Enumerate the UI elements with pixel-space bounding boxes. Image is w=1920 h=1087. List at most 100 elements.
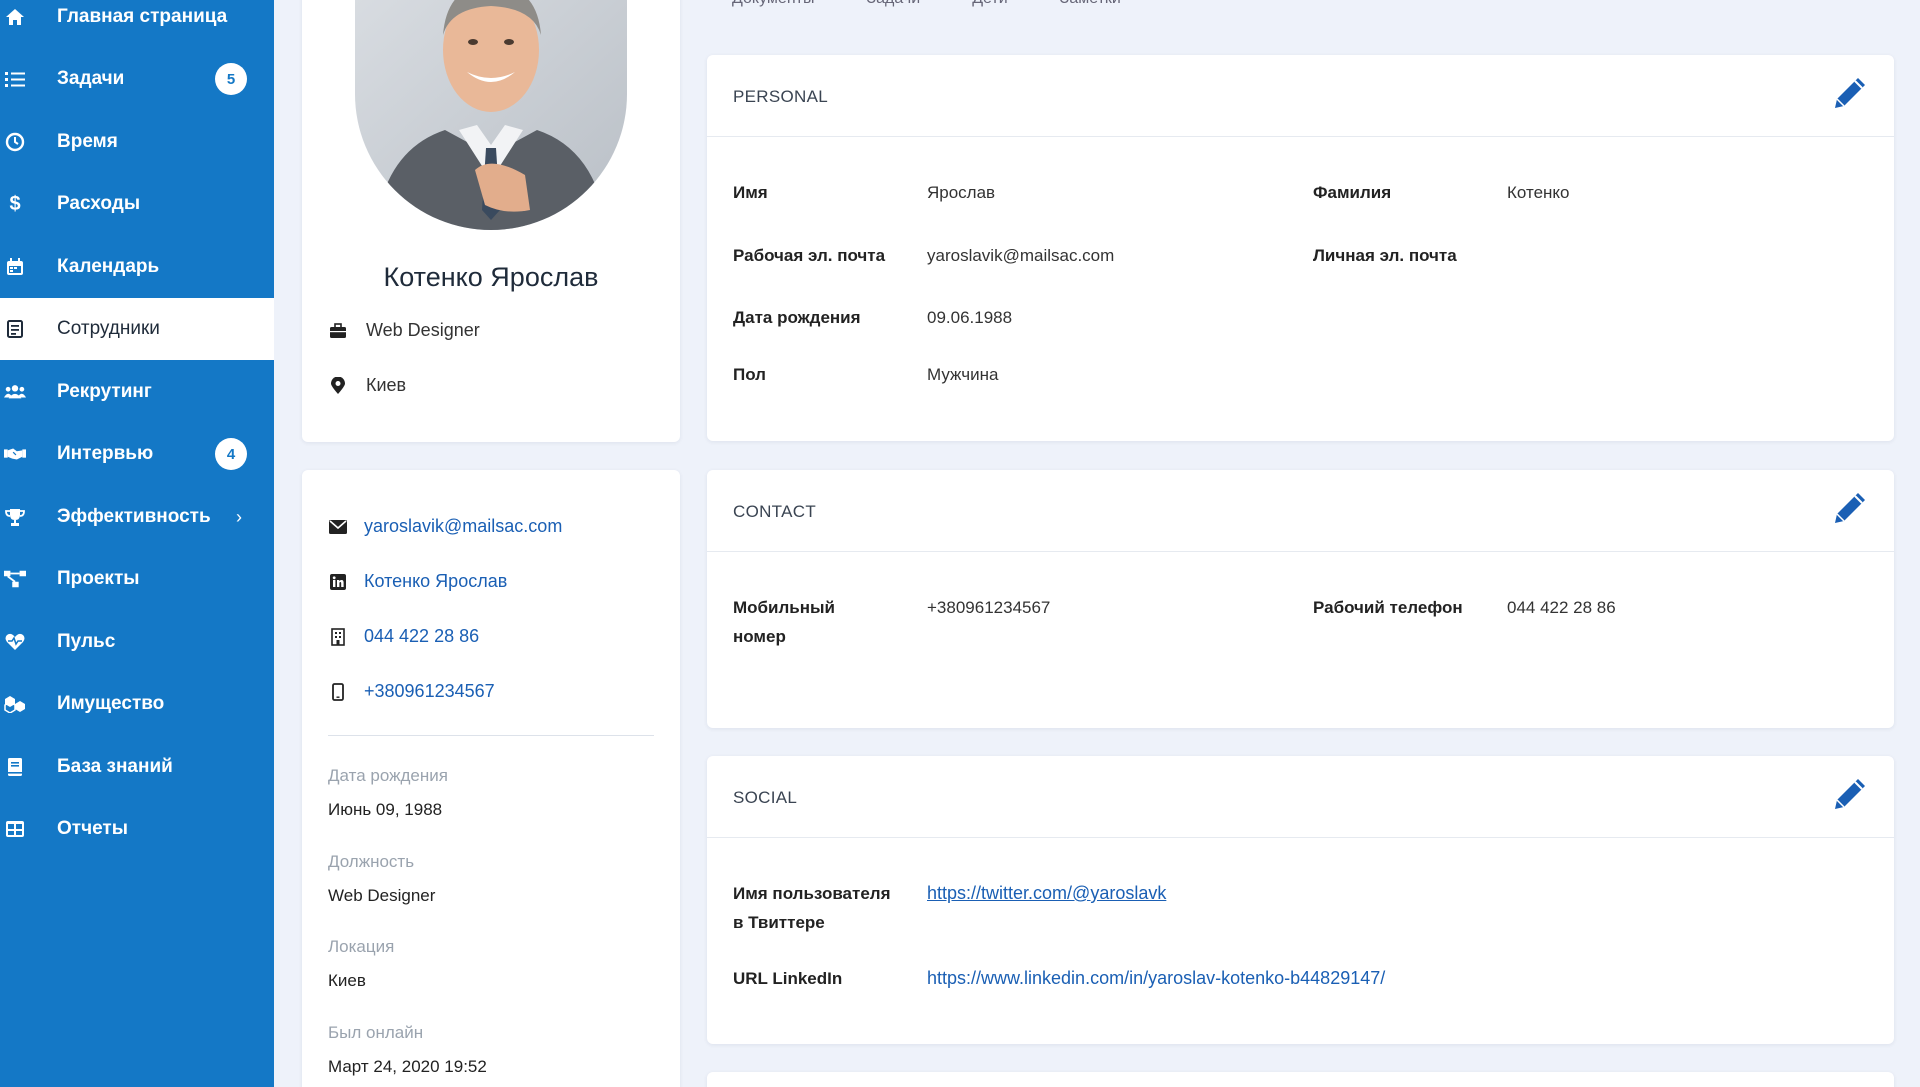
personal-email-label: Личная эл. почта — [1313, 246, 1457, 265]
interview-count-badge: 4 — [215, 438, 247, 470]
tab-children[interactable]: Дети — [972, 0, 1007, 8]
projects-icon — [4, 568, 26, 590]
profile-card: Котенко Ярослав Web Designer Киев — [302, 0, 680, 442]
gender-label: Пол — [733, 365, 766, 384]
profile-position-row: Web Designer — [328, 320, 480, 341]
sidebar-item-time[interactable]: Время — [0, 111, 274, 173]
sidebar-item-label: Интервью — [57, 443, 154, 464]
clock-icon — [4, 131, 26, 153]
last-name-value: Котенко — [1507, 183, 1570, 202]
sidebar-item-reports[interactable]: Отчеты — [0, 798, 274, 860]
linkedin-icon — [328, 572, 348, 592]
sidebar-item-recruiting[interactable]: Рекрутинг — [0, 361, 274, 423]
linkedin-row: Котенко Ярослав — [328, 571, 507, 592]
sidebar-item-knowledge-base[interactable]: База знаний — [0, 736, 274, 798]
sidebar-item-home[interactable]: Главная страница — [0, 0, 274, 48]
sidebar-item-label: Пульс — [57, 631, 116, 652]
mobile-link[interactable]: +380961234567 — [364, 681, 495, 702]
birth-date-value: 09.06.1988 — [927, 308, 1013, 327]
panel-title: PERSONAL — [733, 87, 828, 106]
sidebar-item-label: Сотрудники — [57, 318, 160, 339]
employees-icon — [4, 318, 26, 340]
work-phone-label: Рабочий телефон — [1313, 598, 1463, 617]
panel-title: SOCIAL — [733, 788, 798, 807]
tab-notes[interactable]: Заметки — [1060, 0, 1121, 8]
twitter-link[interactable]: https://twitter.com/@yaroslavk — [927, 879, 1166, 908]
panel-header: SOCIAL — [707, 756, 1894, 838]
work-email-value: yaroslavik@mailsac.com — [927, 246, 1115, 265]
chevron-right-icon: › — [236, 506, 242, 527]
work-email-label: Рабочая эл. почта — [733, 246, 886, 265]
email-link[interactable]: yaroslavik@mailsac.com — [364, 516, 562, 537]
pencil-icon — [1831, 775, 1869, 818]
map-marker-icon — [328, 376, 348, 396]
profile-name: Котенко Ярослав — [383, 262, 599, 292]
mobile-value: +380961234567 — [927, 598, 1051, 617]
book-icon — [4, 756, 26, 778]
position-value: Web Designer — [328, 886, 436, 905]
profile-position: Web Designer — [366, 320, 480, 340]
calendar-icon — [4, 256, 26, 278]
email-row: yaroslavik@mailsac.com — [328, 516, 562, 537]
sidebar-item-interview[interactable]: Интервью 4 — [0, 423, 274, 485]
linkedin-url-label: URL LinkedIn — [733, 969, 843, 988]
sidebar-item-label: Задачи — [57, 68, 125, 89]
personal-panel: PERSONAL Имя Ярослав Фамилия Котенко Раб… — [707, 55, 1894, 441]
tasks-icon — [4, 68, 26, 90]
sidebar-item-label: Имущество — [57, 693, 165, 714]
panel-header: PERSONAL — [707, 55, 1894, 137]
mobile-row: +380961234567 — [328, 681, 495, 702]
social-panel: SOCIAL Имя пользователя в Твиттере https… — [707, 756, 1894, 1044]
profile-city: Киев — [366, 375, 407, 395]
divider — [328, 735, 654, 736]
twitter-label: Имя пользователя в Твиттере — [733, 879, 891, 937]
sidebar-item-label: База знаний — [57, 756, 173, 777]
pencil-icon — [1831, 489, 1869, 532]
sidebar-item-label: Проекты — [57, 568, 140, 589]
profile-city-row: Киев — [328, 375, 406, 396]
sidebar-item-employees[interactable]: Сотрудники — [0, 298, 274, 360]
twitter-label-line-2: в Твиттере — [733, 913, 825, 932]
sidebar-item-label: Время — [57, 131, 118, 152]
last-online-value: Март 24, 2020 19:52 — [328, 1057, 487, 1076]
panel-header: CONTACT — [707, 470, 1894, 552]
sidebar-item-label: Главная страница — [57, 6, 228, 27]
gender-value: Мужчина — [927, 365, 999, 384]
sidebar-item-label: Отчеты — [57, 818, 128, 839]
linkedin-url-link[interactable]: https://www.linkedin.com/in/yaroslav-kot… — [927, 964, 1385, 993]
sidebar-item-pulse[interactable]: Пульс — [0, 611, 274, 673]
heartbeat-icon — [4, 631, 26, 653]
handshake-icon — [4, 443, 26, 465]
reports-icon — [4, 818, 26, 840]
mobile-label: Мобильный номер — [733, 593, 835, 651]
work-phone-row: 044 422 28 86 — [328, 626, 479, 647]
sidebar-item-label: Календарь — [57, 256, 160, 277]
location-value: Киев — [328, 971, 366, 990]
edit-personal-button[interactable] — [1828, 73, 1872, 117]
sidebar-item-expenses[interactable]: $ Расходы — [0, 173, 274, 235]
panel-title: CONTACT — [733, 502, 816, 521]
mobile-phone-icon — [328, 682, 348, 702]
edit-contact-button[interactable] — [1828, 488, 1872, 532]
contact-summary-card: yaroslavik@mailsac.com Котенко Ярослав 0… — [302, 470, 680, 1087]
pencil-icon — [1831, 74, 1869, 117]
position-label: Должность — [328, 852, 415, 871]
sidebar-item-assets[interactable]: Имущество — [0, 673, 274, 735]
first-name-value: Ярослав — [927, 183, 996, 202]
work-phone-link[interactable]: 044 422 28 86 — [364, 626, 479, 647]
sidebar-item-tasks[interactable]: Задачи 5 — [0, 48, 274, 110]
tab-documents[interactable]: Документы — [732, 0, 814, 8]
birth-date-label: Дата рождения — [733, 308, 861, 327]
contact-panel: CONTACT Мобильный номер +380961234567 Ра… — [707, 470, 1894, 728]
trophy-icon — [4, 506, 26, 528]
tab-tasks[interactable]: Задачи — [866, 0, 920, 8]
edit-social-button[interactable] — [1828, 774, 1872, 818]
sidebar-item-label: Рекрутинг — [57, 381, 152, 402]
sidebar-item-projects[interactable]: Проекты — [0, 548, 274, 610]
linkedin-link[interactable]: Котенко Ярослав — [364, 571, 507, 592]
sidebar-item-label: Эффективность — [57, 506, 211, 527]
sidebar-item-performance[interactable]: Эффективность › — [0, 486, 274, 548]
sidebar-item-calendar[interactable]: Календарь — [0, 236, 274, 298]
sidebar: Главная страница Задачи 5 Время $ Расход… — [0, 0, 274, 1087]
dollar-icon: $ — [9, 192, 21, 215]
